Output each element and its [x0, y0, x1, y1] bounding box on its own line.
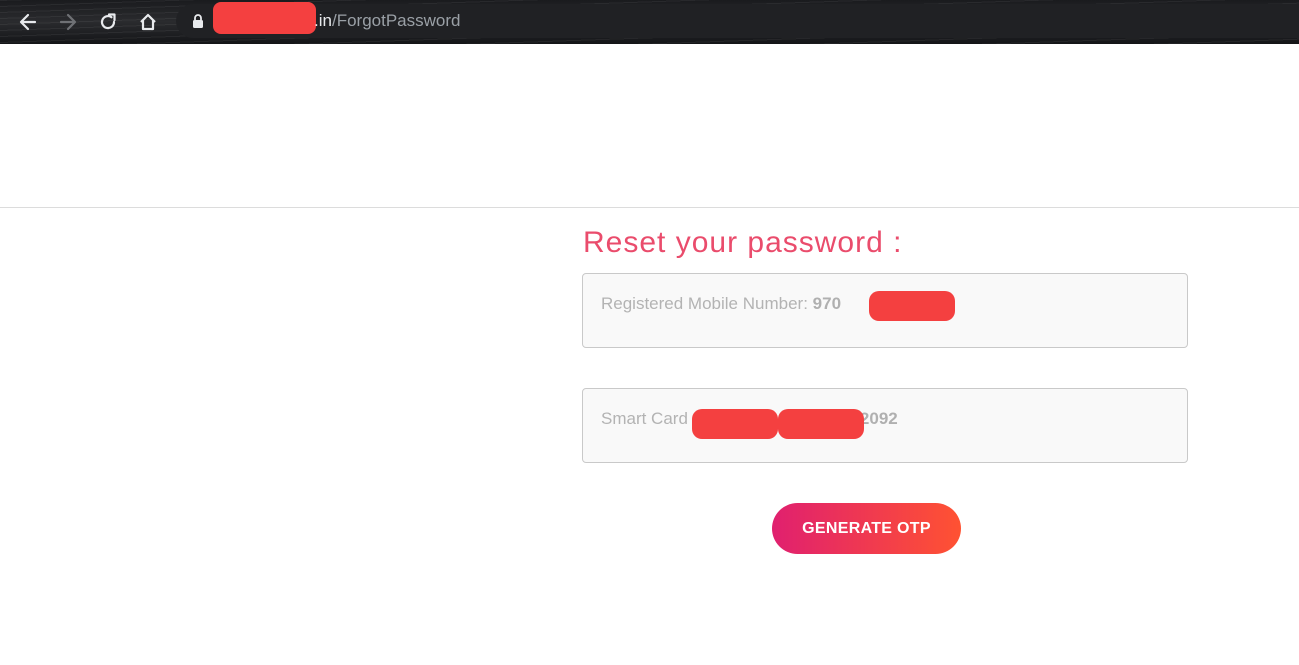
reload-icon [100, 13, 116, 30]
mobile-number-value: 970 [812, 294, 842, 313]
smart-card-field[interactable]: Smart Card 2092 [582, 388, 1188, 463]
smart-card-redaction-1 [692, 409, 778, 439]
url-redaction [213, 2, 316, 34]
mobile-number-field[interactable]: Registered Mobile Number: 970 [582, 273, 1188, 348]
smart-card-redaction-2 [778, 409, 864, 439]
lock-icon [193, 14, 203, 28]
url-path: /ForgotPassword [331, 11, 461, 30]
page-header-area [0, 45, 1299, 208]
forward-icon [59, 13, 77, 31]
back-button[interactable] [14, 8, 42, 36]
home-icon [140, 13, 156, 31]
forward-button[interactable] [54, 8, 82, 36]
mobile-number-redaction [869, 291, 955, 321]
back-icon [19, 13, 37, 31]
page-title: Reset your password : [583, 226, 903, 259]
home-button[interactable] [134, 8, 162, 36]
generate-otp-button[interactable]: GENERATE OTP [772, 503, 961, 554]
smart-card-value: 2092 [859, 409, 898, 428]
url-domain-suffix: .in [314, 11, 332, 30]
smart-card-label: Smart Card [601, 409, 688, 428]
address-bar[interactable]: .in/ForgotPassword [176, 2, 1299, 38]
browser-toolbar: .in/ForgotPassword [0, 0, 1299, 44]
mobile-number-text: Registered Mobile Number: 970 [601, 294, 841, 314]
mobile-number-label: Registered Mobile Number: [601, 294, 808, 313]
url-text: .in/ForgotPassword [314, 11, 460, 31]
reload-button[interactable] [94, 8, 122, 36]
